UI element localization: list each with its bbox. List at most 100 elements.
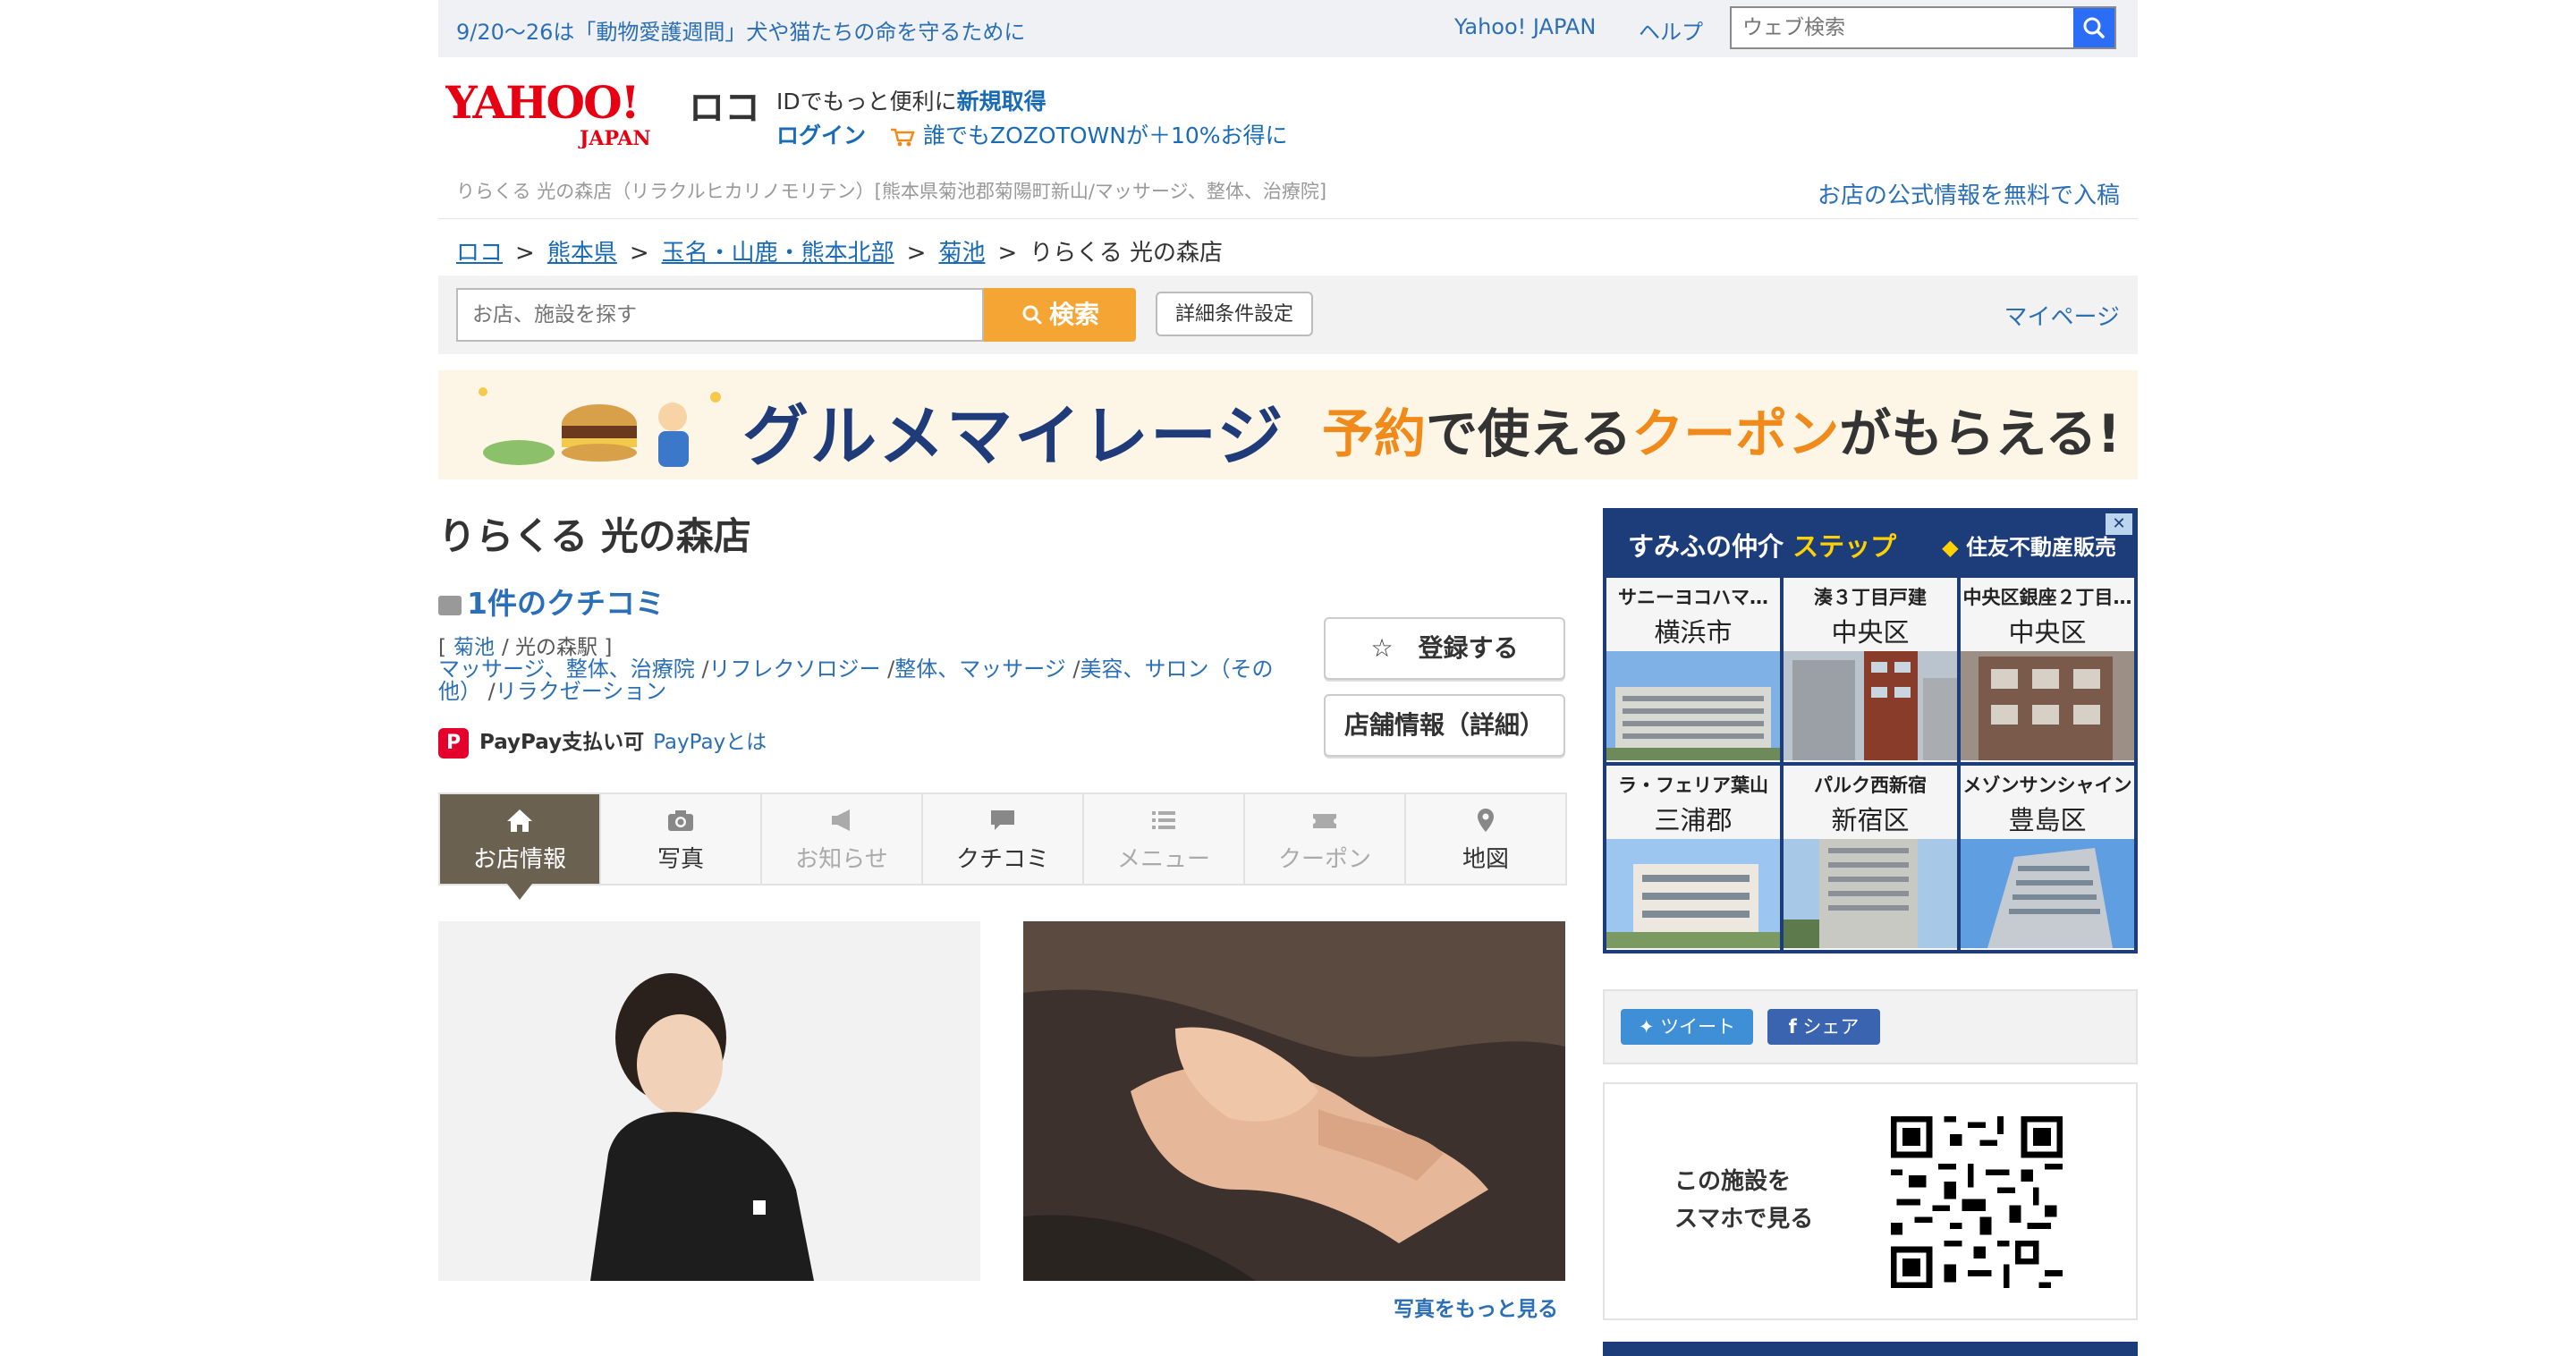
breadcrumb-separator: > xyxy=(515,240,535,267)
tab-label: 写真 xyxy=(657,846,704,873)
yahoo-loco-logo[interactable]: YAHOO! JAPAN ロコ xyxy=(445,76,760,150)
twitter-bird-icon: ✦ xyxy=(1638,1016,1655,1038)
detail-conditions-button[interactable]: 詳細条件設定 xyxy=(1156,292,1313,336)
tweet-label: ツイート xyxy=(1660,1016,1736,1038)
ad-property-card[interactable]: パルク西新宿 新宿区 xyxy=(1784,766,1957,950)
breadcrumb: ロコ > 熊本県 > 玉名・山鹿・熊本北部 > 菊池 > りらくる 光の森店 xyxy=(456,234,1223,267)
ad-partner: ◆ 住友不動産販売 xyxy=(1942,530,2116,561)
facebook-share-label: シェア xyxy=(1802,1016,1860,1038)
breadcrumb-separator: > xyxy=(997,240,1018,267)
login-link[interactable]: ログイン xyxy=(776,123,866,148)
food-illustration-icon xyxy=(479,387,721,467)
breadcrumb-separator: > xyxy=(629,240,649,267)
svg-text:YAHOO!: YAHOO! xyxy=(445,77,639,129)
notice-link[interactable]: 9/20〜26は「動物愛護週間」犬や猫たちの命を守るために xyxy=(456,14,1025,46)
tweet-button[interactable]: ✦ ツイート xyxy=(1621,1009,1753,1045)
breadcrumb-kumamoto[interactable]: 熊本県 xyxy=(547,240,617,267)
ad-property-card[interactable]: ラ・フェリア葉山 三浦郡 xyxy=(1606,766,1780,950)
camera-icon xyxy=(668,810,693,831)
tab-photos[interactable]: 写真 xyxy=(601,794,762,884)
svg-text:ロコ: ロコ xyxy=(689,88,760,129)
breadcrumb-separator: > xyxy=(906,240,927,267)
property-photo xyxy=(1784,651,1957,760)
shop-search-button[interactable]: 検索 xyxy=(984,288,1136,342)
mypage-link[interactable]: マイページ xyxy=(2004,299,2120,332)
tab-label: クチコミ xyxy=(955,846,1049,873)
web-search-box xyxy=(1730,6,2116,49)
shop-search-field xyxy=(456,288,987,342)
store-tabs: お店情報 写真 お知らせ クチコミ メニュー クーポン 地図 xyxy=(438,792,1567,900)
help-link[interactable]: ヘルプ xyxy=(1639,14,1703,46)
mobile-qr-box: この施設を スマホで見る xyxy=(1603,1082,2138,1320)
facebook-share-button[interactable]: f シェア xyxy=(1767,1009,1880,1045)
tab-map[interactable]: 地図 xyxy=(1406,794,1565,884)
store-photo-staff[interactable] xyxy=(438,921,980,1281)
login-line: ログイン 誰でもZOZOTOWNが＋10%お得に xyxy=(776,118,1288,150)
ad-brand: すみふの仲介 ステップ xyxy=(1628,526,1896,564)
ad-property-card[interactable]: 湊３丁目戸建 中央区 xyxy=(1784,578,1957,762)
tab-menu[interactable]: メニュー xyxy=(1084,794,1245,884)
web-search-button[interactable] xyxy=(2073,8,2114,47)
paypay-row: P PayPay支払い可 PayPayとは xyxy=(438,725,767,759)
ad-close-icon[interactable]: ✕ xyxy=(2106,513,2132,535)
breadcrumb-kikuchi[interactable]: 菊池 xyxy=(938,240,985,267)
property-city: 中央区 xyxy=(1831,617,1910,648)
search-icon xyxy=(2083,17,2105,38)
tab-news[interactable]: お知らせ xyxy=(762,794,923,884)
list-icon xyxy=(1152,811,1175,829)
diamond-logo-icon: ◆ xyxy=(1942,535,1959,560)
yahoo-japan-link[interactable]: Yahoo! JAPAN xyxy=(1454,14,1596,39)
gourmet-mileage-banner[interactable]: グルメマイレージ 予約で使えるクーポンがもらえる! xyxy=(438,370,2138,479)
property-city: 中央区 xyxy=(2008,617,2087,648)
paypay-text: PayPay支払い可 xyxy=(479,731,645,754)
reviews-link[interactable]: 1件のクチコミ xyxy=(438,580,665,623)
more-photos-link[interactable]: 写真をもっと見る xyxy=(1394,1292,1558,1322)
search-icon xyxy=(1022,305,1042,325)
tab-label: メニュー xyxy=(1116,846,1210,873)
home-icon xyxy=(507,809,532,832)
web-search-input[interactable] xyxy=(1732,8,2093,47)
signup-link[interactable]: 新規取得 xyxy=(957,89,1046,114)
register-button[interactable]: ☆ 登録する xyxy=(1324,617,1565,680)
tab-store-info[interactable]: お店情報 xyxy=(440,794,601,900)
facebook-icon: f xyxy=(1788,1016,1797,1038)
ad-brand-name: すみふの仲介 xyxy=(1628,531,1784,562)
post-official-info-link[interactable]: お店の公式情報を無料で入稿 xyxy=(1818,177,2120,210)
ad-property-card[interactable]: サニーヨコハマ… 横浜市 xyxy=(1606,578,1780,762)
banner-sub-1: 予約 xyxy=(1322,403,1427,464)
ad-brand-step: ステップ xyxy=(1792,531,1897,562)
property-name: パルク西新宿 xyxy=(1814,775,1927,796)
property-name: 中央区銀座２丁目… xyxy=(1962,587,2132,608)
store-meta: りらくる 光の森店（リラクルヒカリノモリテン）[熊本県菊池郡菊陽町新山/マッサー… xyxy=(456,181,1327,202)
reviews-count: 1件のクチコミ xyxy=(467,586,665,621)
category-link[interactable]: マッサージ、整体、治療院 xyxy=(438,657,695,682)
banner-sub-text: 予約で使えるクーポンがもらえる! xyxy=(1322,392,2121,467)
shop-search-input[interactable] xyxy=(458,290,987,340)
category-list: マッサージ、整体、治療院 /リフレクソロジー /整体、マッサージ /美容、サロン… xyxy=(438,657,1274,704)
real-estate-ad[interactable]: すみふの仲介 ステップ ◆ 住友不動産販売 ✕ サニーヨコハマ… 横浜市 湊３丁… xyxy=(1603,508,2138,953)
divider xyxy=(438,218,2138,219)
paypay-about-link[interactable]: PayPayとは xyxy=(653,731,767,754)
shop-search-button-label: 検索 xyxy=(1048,300,1099,329)
property-photo xyxy=(1961,651,2134,760)
category-link[interactable]: リフレクソロジー xyxy=(709,657,881,682)
tab-reviews[interactable]: クチコミ xyxy=(923,794,1084,884)
zozotown-promo-link[interactable]: 誰でもZOZOTOWNが＋10%お得に xyxy=(923,123,1288,148)
property-name: ラ・フェリア葉山 xyxy=(1618,775,1768,796)
tab-coupon[interactable]: クーポン xyxy=(1245,794,1406,884)
svg-text:JAPAN: JAPAN xyxy=(578,127,651,148)
shop-search-bar: 検索 詳細条件設定 マイページ xyxy=(438,275,2138,354)
ad-property-card[interactable]: メゾンサンシャイン 豊島区 xyxy=(1961,766,2134,950)
breadcrumb-loco[interactable]: ロコ xyxy=(456,240,503,267)
store-photo-massage[interactable] xyxy=(1023,921,1565,1281)
ad-property-card[interactable]: 中央区銀座２丁目… 中央区 xyxy=(1961,578,2134,762)
tab-label: 地図 xyxy=(1462,846,1509,873)
category-link[interactable]: リラクゼーション xyxy=(496,679,667,704)
category-link[interactable]: 整体、マッサージ xyxy=(894,657,1066,682)
banner-sub-4: がもらえる! xyxy=(1839,403,2122,464)
breadcrumb-tamana[interactable]: 玉名・山鹿・熊本北部 xyxy=(662,240,894,267)
property-city: 横浜市 xyxy=(1654,617,1733,648)
map-pin-icon xyxy=(1478,809,1494,832)
content-wrapper: 9/20〜26は「動物愛護週間」犬や猫たちの命を守るために Yahoo! JAP… xyxy=(438,0,2138,1356)
store-info-detail-button[interactable]: 店舗情報（詳細） xyxy=(1324,694,1565,757)
